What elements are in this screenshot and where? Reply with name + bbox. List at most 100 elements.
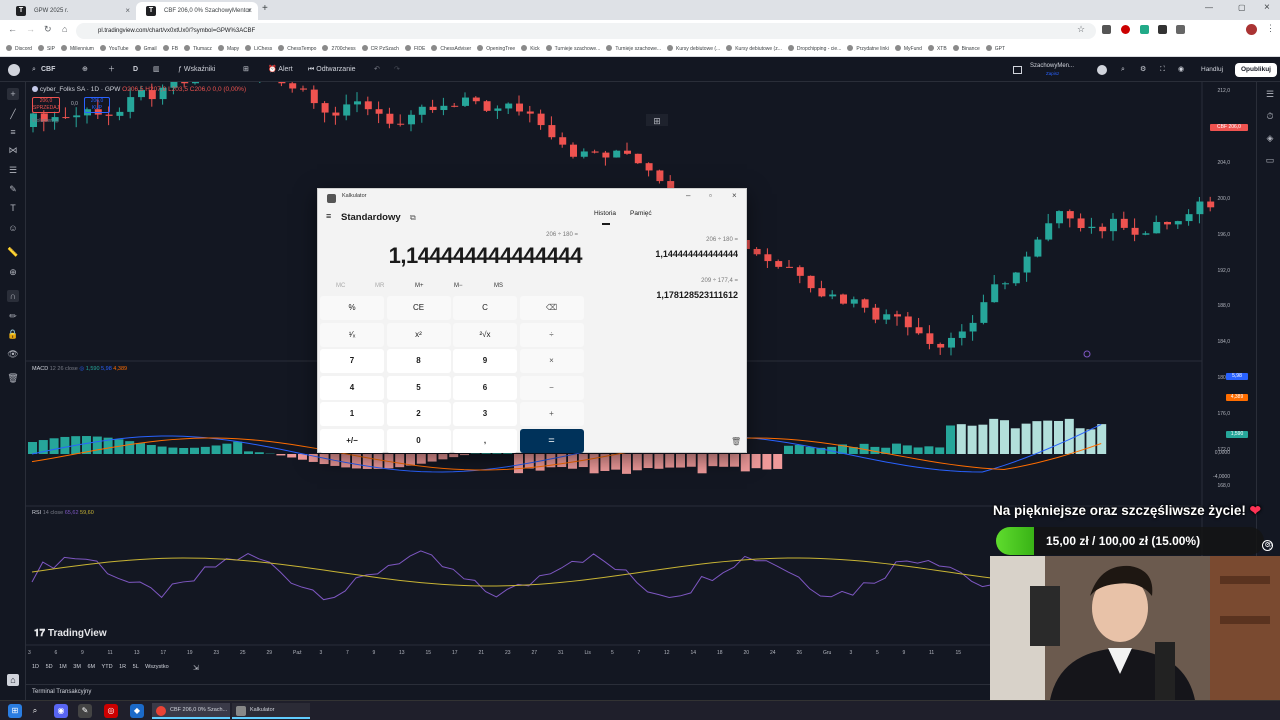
calc-key-2-1[interactable]: 8: [386, 349, 451, 373]
chat-icon[interactable]: ▭: [1264, 154, 1276, 166]
minimize-window-icon[interactable]: —: [1205, 3, 1213, 12]
calc-key-3-1[interactable]: 5: [386, 375, 451, 400]
calc-key-2-2[interactable]: 9: [453, 349, 517, 373]
layout-dropdown-icon[interactable]: [1097, 65, 1107, 75]
browser-tab-gpw[interactable]: T GPW 2025 r. ×: [6, 2, 136, 20]
snapshot-camera-icon[interactable]: ◉: [1178, 58, 1184, 82]
bookmark-item[interactable]: Mapy: [217, 42, 239, 56]
bookmark-item[interactable]: SIP: [37, 42, 55, 56]
maximize-window-icon[interactable]: ▢: [1238, 3, 1246, 12]
range-button-wszystko[interactable]: Wszystko: [145, 664, 169, 670]
bookmark-item[interactable]: 2700chess: [322, 42, 356, 56]
memory-button-2[interactable]: M+: [415, 283, 424, 289]
bookmark-item[interactable]: Gmail: [134, 42, 157, 56]
close-icon[interactable]: ×: [732, 191, 737, 200]
calc-key-0-0[interactable]: %: [320, 296, 384, 320]
hamburger-menu-icon[interactable]: ≡: [326, 211, 331, 221]
bookmark-item[interactable]: Kursy debiutowe (z...: [726, 42, 782, 56]
extension-icon[interactable]: [1140, 25, 1149, 34]
bookmark-item[interactable]: MyFund: [894, 42, 922, 56]
calc-key-5-1[interactable]: 0: [386, 428, 451, 453]
discord-taskbar-icon[interactable]: ◉: [54, 704, 68, 718]
range-button-1d[interactable]: 1D: [32, 664, 46, 670]
calc-key-1-1[interactable]: x²: [386, 322, 451, 347]
layout-save-label[interactable]: Zapisz: [1046, 71, 1059, 76]
zoom-in-icon[interactable]: ⊕: [7, 266, 19, 278]
volume-legend[interactable]: Wolumen ◎: [32, 118, 59, 124]
trend-line-icon[interactable]: ╱: [7, 108, 19, 120]
bookmark-item[interactable]: ChessAdviser: [431, 42, 471, 56]
app-taskbar-icon[interactable]: ◎: [104, 704, 118, 718]
minimize-icon[interactable]: –: [686, 191, 690, 200]
new-tab-icon[interactable]: +: [262, 3, 268, 14]
tab-memory[interactable]: Pamięć: [630, 210, 652, 217]
app-taskbar-icon[interactable]: ✎: [78, 704, 92, 718]
bookmark-item[interactable]: Tłumacz: [184, 42, 212, 56]
magnet-icon[interactable]: ∩: [7, 290, 19, 302]
alert-marker-icon[interactable]: [1083, 350, 1091, 358]
bookmark-item[interactable]: Binance: [952, 42, 980, 56]
compare-icon[interactable]: ⊕: [82, 58, 88, 82]
fullscreen-icon[interactable]: ⛶: [1160, 58, 1165, 82]
undo-icon[interactable]: ↶: [374, 58, 380, 82]
extensions-puzzle-icon[interactable]: [1176, 25, 1185, 34]
search-icon[interactable]: ⌕: [28, 704, 42, 718]
calc-key-2-3[interactable]: ×: [519, 349, 584, 373]
range-button-3m[interactable]: 3M: [73, 664, 87, 670]
bookmark-item[interactable]: LiChess: [245, 42, 272, 56]
alert-button[interactable]: ⏰ Alert: [268, 58, 293, 82]
calc-key-2-0[interactable]: 7: [320, 349, 384, 373]
calc-key-5-2[interactable]: ,: [453, 428, 517, 453]
text-icon[interactable]: T: [7, 202, 19, 214]
hide-drawings-icon[interactable]: 👁: [7, 348, 19, 360]
calc-key-5-0[interactable]: +/−: [320, 428, 384, 453]
bookmark-item[interactable]: Discord: [6, 42, 32, 56]
extension-icon[interactable]: [1102, 25, 1111, 34]
browser-tab-cbf[interactable]: T CBF 206,0 0% SzachowyMentor ×: [136, 2, 258, 20]
calc-key-0-1[interactable]: CE: [386, 296, 451, 320]
icons-icon[interactable]: ☺: [7, 222, 19, 234]
macd-legend[interactable]: MACD 12 26 close ◎ 1,590 5,98 4,389: [32, 366, 127, 372]
interval-button[interactable]: D: [133, 58, 138, 82]
watchlist-icon[interactable]: ☰: [1264, 88, 1276, 100]
bookmark-item[interactable]: Millennium: [61, 42, 94, 56]
calc-key-3-0[interactable]: 4: [320, 375, 384, 400]
replay-button[interactable]: ⏮ Odtwarzanie: [308, 58, 356, 82]
calculator-window[interactable]: Kalkulator – ▫ × ≡ Standardowy ⧉ 206 ÷ 1…: [317, 188, 747, 453]
bookmark-item[interactable]: YouTube: [99, 42, 129, 56]
taskbar-chrome-window[interactable]: CBF 206,0 0% Szach...: [152, 703, 230, 719]
url-input[interactable]: pl.tradingview.com/chart/vx0xtUx0/?symbo…: [76, 23, 1096, 39]
chart-type-candles-icon[interactable]: ▥: [153, 58, 160, 82]
bookmark-item[interactable]: Dropchipping - cie...: [787, 42, 841, 56]
profile-avatar[interactable]: [1246, 24, 1257, 35]
calc-key-4-1[interactable]: 2: [386, 402, 451, 426]
bookmark-item[interactable]: Kursy debiutowe (...: [667, 42, 720, 56]
extension-icon[interactable]: [1121, 25, 1130, 34]
calc-key-0-2[interactable]: C: [453, 296, 517, 320]
calc-key-4-2[interactable]: 3: [453, 402, 517, 426]
calc-key-1-0[interactable]: ¹⁄ₓ: [320, 322, 384, 347]
memory-button-0[interactable]: MC: [336, 283, 345, 289]
symbol-search-icon[interactable]: ⌕: [32, 58, 36, 82]
calc-key-3-3[interactable]: −: [519, 375, 584, 400]
templates-icon[interactable]: ⊞: [243, 58, 249, 82]
bookmark-item[interactable]: GPT: [985, 42, 1005, 56]
user-avatar[interactable]: [8, 64, 20, 76]
windows-start-icon[interactable]: ⊞: [8, 704, 22, 718]
reload-icon[interactable]: ↻: [44, 24, 52, 35]
symbol-input[interactable]: CBF: [41, 58, 55, 82]
taskbar-calculator-window[interactable]: Kalkulator: [232, 703, 310, 719]
bookmark-item[interactable]: FIDE: [404, 42, 425, 56]
bookmark-item[interactable]: Przydatne linki: [847, 42, 889, 56]
bookmark-item[interactable]: XTB: [927, 42, 947, 56]
range-button-ytd[interactable]: YTD: [102, 664, 120, 670]
calc-key-0-3[interactable]: ⌫: [519, 296, 584, 320]
ruler-icon[interactable]: 📏: [7, 246, 19, 258]
bookmark-item[interactable]: Turnieje szachowe...: [606, 42, 661, 56]
calc-key-4-0[interactable]: 1: [320, 402, 384, 426]
history-result[interactable]: 1,144444444444444: [618, 249, 738, 259]
add-symbol-icon[interactable]: ＋: [108, 58, 115, 82]
alerts-clock-icon[interactable]: ⏱: [1264, 110, 1276, 122]
crosshair-icon[interactable]: +: [7, 88, 19, 100]
trade-button[interactable]: Handluj: [1195, 63, 1229, 77]
